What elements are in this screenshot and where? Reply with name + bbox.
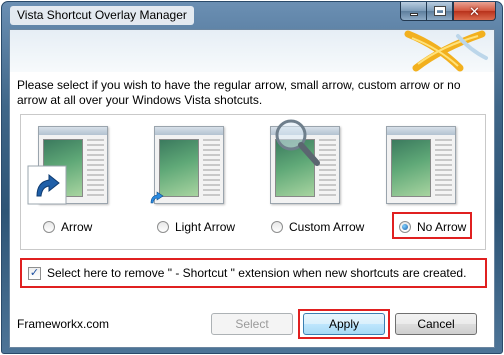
thumbnail-lines [435, 139, 452, 197]
frameworkx-logo-icon [404, 30, 488, 72]
maximize-icon [433, 6, 446, 16]
radio-label-arrow: Arrow [61, 220, 93, 234]
instructions-text: Please select if you wish to have the re… [17, 78, 461, 107]
close-button[interactable]: ✕ [453, 2, 496, 21]
remove-extension-row[interactable]: ✓ Select here to remove " - Shortcut " e… [28, 266, 466, 280]
radio-row-no-arrow[interactable]: No Arrow [399, 220, 466, 234]
radio-label-light-arrow: Light Arrow [175, 220, 236, 234]
magnifier-overlay-icon [275, 119, 320, 166]
option-custom-arrow[interactable]: Custom Arrow [253, 115, 369, 249]
radio-row-custom-arrow[interactable]: Custom Arrow [271, 220, 364, 234]
dialog-client-area: Please select if you wish to have the re… [9, 29, 495, 348]
thumbnail-lines [203, 139, 220, 197]
option-light-arrow[interactable]: Light Arrow [137, 115, 253, 249]
thumbnail-titlebar [39, 127, 107, 135]
title-bar[interactable]: Vista Shortcut Overlay Manager ✕ [2, 2, 502, 28]
maximize-button[interactable] [427, 2, 453, 21]
apply-button[interactable]: Apply [303, 313, 385, 335]
radio-label-custom-arrow: Custom Arrow [289, 220, 365, 234]
option-no-arrow[interactable]: No Arrow [369, 115, 485, 249]
thumbnail-lines [319, 139, 336, 197]
thumbnail-titlebar [387, 127, 455, 135]
thumbnail-titlebar [155, 127, 223, 135]
option-arrow[interactable]: Arrow [21, 115, 137, 249]
close-icon: ✕ [469, 3, 480, 19]
radio-no-arrow[interactable] [399, 221, 411, 233]
thumbnail-pane [159, 139, 199, 197]
minimize-icon [409, 12, 418, 16]
remove-extension-label: Select here to remove " - Shortcut " ext… [47, 266, 467, 280]
radio-arrow[interactable] [43, 221, 55, 233]
thumbnail-lines [87, 139, 104, 197]
large-arrow-overlay-icon [27, 165, 67, 205]
radio-custom-arrow[interactable] [271, 221, 283, 233]
window-title: Vista Shortcut Overlay Manager [10, 6, 194, 25]
brand-label: Frameworkx.com [17, 317, 110, 331]
radio-label-no-arrow: No Arrow [417, 220, 467, 234]
minimize-button[interactable] [400, 2, 427, 21]
small-arrow-overlay-icon [150, 191, 164, 204]
checkmark-icon: ✓ [29, 266, 40, 279]
radio-row-light-arrow[interactable]: Light Arrow [157, 220, 235, 234]
select-button[interactable]: Select [211, 313, 293, 335]
header-band [10, 30, 494, 72]
cancel-button[interactable]: Cancel [395, 313, 477, 335]
remove-extension-checkbox[interactable]: ✓ [28, 266, 41, 280]
radio-row-arrow[interactable]: Arrow [43, 220, 92, 234]
arrow-options-group: Arrow Light Arrow Custom Arrow No Arrow [20, 114, 486, 250]
thumbnail-pane [391, 139, 431, 197]
app-window: Vista Shortcut Overlay Manager ✕ Please … [1, 1, 503, 354]
preview-thumbnail [386, 126, 456, 204]
radio-light-arrow[interactable] [157, 221, 169, 233]
